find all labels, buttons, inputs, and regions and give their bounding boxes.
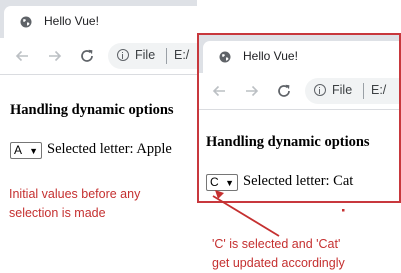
annotation-arrows bbox=[212, 190, 345, 237]
left-annotation: Initial values before any selection is m… bbox=[9, 187, 141, 220]
right-annotation: 'C' is selected and 'Cat' get updated ac… bbox=[212, 237, 345, 270]
